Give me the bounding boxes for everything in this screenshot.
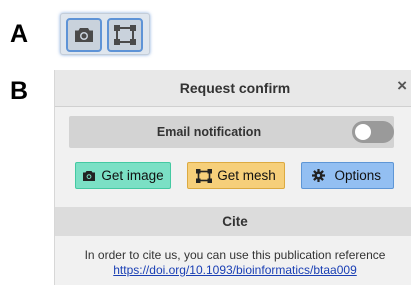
gear-icon [312,169,325,182]
camera-tool-button[interactable] [66,18,102,52]
toggle-knob [355,124,371,140]
email-notification-label: Email notification [156,125,262,139]
cite-title: Cite [222,214,248,229]
get-mesh-label: Get mesh [217,168,276,183]
panel-label-a: A [10,20,29,48]
get-image-button[interactable]: Get image [75,162,171,189]
options-label: Options [334,168,381,183]
panel-label-b: B [10,77,29,105]
cite-description: In order to cite us, you can use this pu… [84,248,386,262]
camera-icon [75,28,93,42]
options-button[interactable]: Options [301,162,394,189]
cite-section-header: Cite [55,207,411,236]
toolbar [60,13,150,55]
mesh-tool-button[interactable] [107,18,143,52]
mesh-icon [196,168,213,183]
cite-doi-link[interactable]: https://doi.org/10.1093/bioinformatics/b… [55,263,411,277]
dialog-header: Request confirm × [55,70,411,107]
get-mesh-button[interactable]: Get mesh [187,162,285,189]
camera-icon [83,170,96,181]
mesh-icon [114,25,136,45]
email-notification-row: Email notification [69,116,394,148]
dialog-title: Request confirm [179,80,291,96]
get-image-label: Get image [101,168,164,183]
close-icon[interactable]: × [397,76,407,96]
email-notification-toggle[interactable] [352,121,394,143]
request-confirm-dialog: Request confirm × Email notification Get… [54,70,411,285]
